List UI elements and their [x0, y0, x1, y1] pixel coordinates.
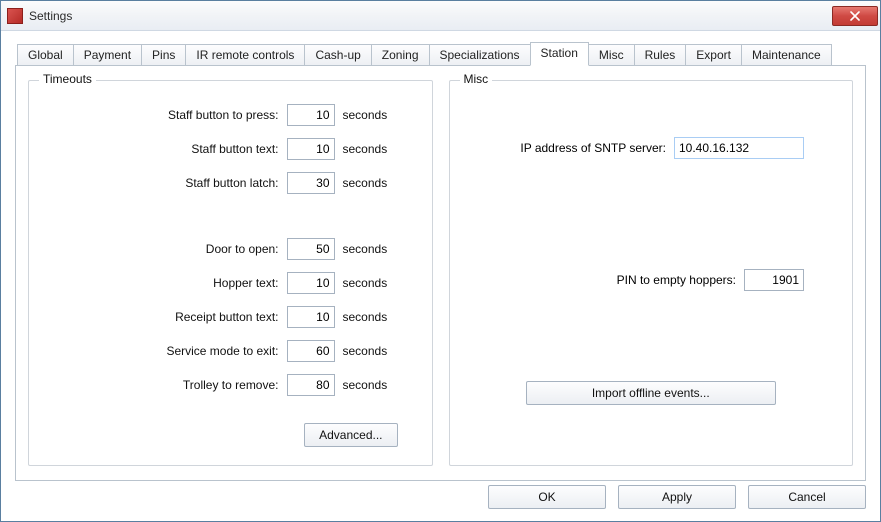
- label-hopper-text: Hopper text:: [213, 276, 278, 290]
- input-sntp[interactable]: [674, 137, 804, 159]
- input-door-to-open[interactable]: [287, 238, 335, 260]
- tab-cash-up[interactable]: Cash-up: [304, 44, 371, 66]
- tab-specializations[interactable]: Specializations: [429, 44, 531, 66]
- advanced-button[interactable]: Advanced...: [304, 423, 397, 447]
- row-trolley-to-remove: Trolley to remove: seconds: [43, 371, 418, 399]
- label-trolley-to-remove: Trolley to remove:: [183, 378, 279, 392]
- input-staff-button-text[interactable]: [287, 138, 335, 160]
- input-staff-button-latch[interactable]: [287, 172, 335, 194]
- tab-export[interactable]: Export: [685, 44, 742, 66]
- input-staff-button-to-press[interactable]: [287, 104, 335, 126]
- label-pin: PIN to empty hoppers:: [617, 273, 736, 287]
- group-timeouts: Timeouts Staff button to press: seconds …: [28, 80, 433, 466]
- timeouts-rows: Staff button to press: seconds Staff but…: [43, 101, 418, 405]
- label-sntp: IP address of SNTP server:: [520, 141, 666, 155]
- unit-receipt-button-text: seconds: [343, 310, 398, 324]
- row-service-mode-to-exit: Service mode to exit: seconds: [43, 337, 418, 365]
- label-door-to-open: Door to open:: [206, 242, 279, 256]
- unit-trolley-to-remove: seconds: [343, 378, 398, 392]
- app-icon: [7, 8, 23, 24]
- group-misc: Misc IP address of SNTP server: PIN to e…: [449, 80, 854, 466]
- row-door-to-open: Door to open: seconds: [43, 235, 418, 263]
- label-receipt-button-text: Receipt button text:: [175, 310, 278, 324]
- import-wrap: Import offline events...: [464, 381, 839, 405]
- unit-staff-button-text: seconds: [343, 142, 398, 156]
- titlebar: Settings: [1, 1, 880, 31]
- tabpanel-station: Timeouts Staff button to press: seconds …: [15, 65, 866, 481]
- input-hopper-text[interactable]: [287, 272, 335, 294]
- input-receipt-button-text[interactable]: [287, 306, 335, 328]
- label-staff-button-text: Staff button text:: [191, 142, 278, 156]
- label-staff-button-latch: Staff button latch:: [185, 176, 278, 190]
- input-trolley-to-remove[interactable]: [287, 374, 335, 396]
- unit-hopper-text: seconds: [343, 276, 398, 290]
- close-button[interactable]: [832, 6, 878, 26]
- label-staff-button-to-press: Staff button to press:: [168, 108, 279, 122]
- advanced-wrap: Advanced...: [43, 423, 418, 447]
- label-service-mode-to-exit: Service mode to exit:: [166, 344, 278, 358]
- row-sntp: IP address of SNTP server:: [464, 137, 839, 159]
- tab-rules[interactable]: Rules: [634, 44, 687, 66]
- cancel-button[interactable]: Cancel: [748, 485, 866, 509]
- input-service-mode-to-exit[interactable]: [287, 340, 335, 362]
- group-misc-title: Misc: [460, 72, 493, 86]
- tab-zoning[interactable]: Zoning: [371, 44, 430, 66]
- window-title: Settings: [29, 9, 72, 23]
- misc-rows: IP address of SNTP server: PIN to empty …: [464, 101, 839, 291]
- input-pin[interactable]: [744, 269, 804, 291]
- tab-misc[interactable]: Misc: [588, 44, 635, 66]
- settings-window: Settings Global Payment Pins IR remote c…: [0, 0, 881, 522]
- close-icon: [850, 11, 860, 21]
- tab-station[interactable]: Station: [530, 42, 589, 66]
- tab-payment[interactable]: Payment: [73, 44, 142, 66]
- tab-maintenance[interactable]: Maintenance: [741, 44, 832, 66]
- row-pin: PIN to empty hoppers:: [464, 269, 839, 291]
- row-staff-button-to-press: Staff button to press: seconds: [43, 101, 418, 129]
- unit-door-to-open: seconds: [343, 242, 398, 256]
- unit-staff-button-latch: seconds: [343, 176, 398, 190]
- group-timeouts-title: Timeouts: [39, 72, 96, 86]
- row-staff-button-latch: Staff button latch: seconds: [43, 169, 418, 197]
- tab-global[interactable]: Global: [17, 44, 74, 66]
- client-area: Global Payment Pins IR remote controls C…: [1, 31, 880, 521]
- tab-ir-remote-controls[interactable]: IR remote controls: [185, 44, 305, 66]
- row-receipt-button-text: Receipt button text: seconds: [43, 303, 418, 331]
- apply-button[interactable]: Apply: [618, 485, 736, 509]
- ok-button[interactable]: OK: [488, 485, 606, 509]
- unit-service-mode-to-exit: seconds: [343, 344, 398, 358]
- row-hopper-text: Hopper text: seconds: [43, 269, 418, 297]
- tab-strip: Global Payment Pins IR remote controls C…: [15, 41, 866, 66]
- unit-staff-button-to-press: seconds: [343, 108, 398, 122]
- import-offline-events-button[interactable]: Import offline events...: [526, 381, 776, 405]
- dialog-buttons: OK Apply Cancel: [488, 485, 866, 509]
- tab-pins[interactable]: Pins: [141, 44, 186, 66]
- row-staff-button-text: Staff button text: seconds: [43, 135, 418, 163]
